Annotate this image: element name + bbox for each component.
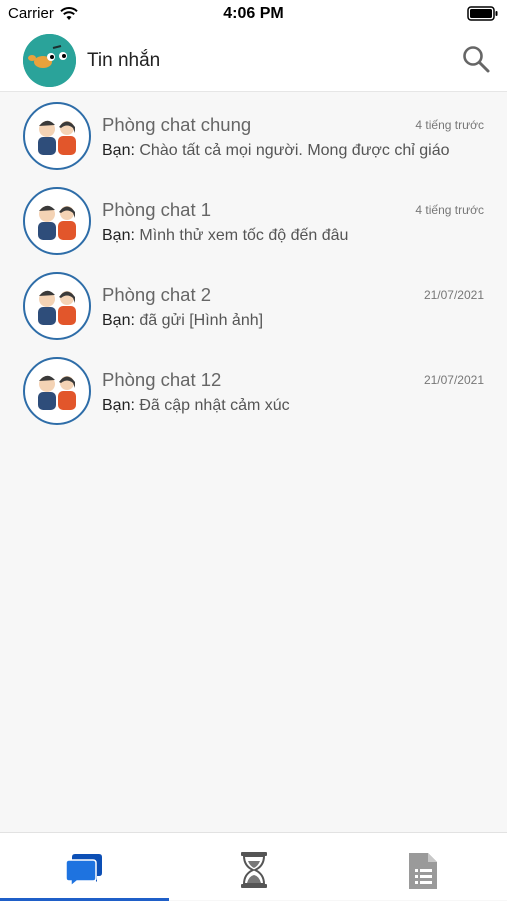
status-time: 4:06 PM — [223, 5, 284, 22]
chat-item-general[interactable]: Phòng chat chung 4 tiếng trước Bạn: Chào… — [0, 92, 507, 177]
chat-time: 4 tiếng trước — [415, 203, 484, 217]
chat-preview: Bạn: đã gửi [Hình ảnh] — [102, 312, 484, 330]
chat-preview: Bạn: Đã cập nhật cảm xúc — [102, 397, 484, 415]
chat-sender: Bạn: — [102, 397, 135, 414]
tab-bar — [0, 832, 507, 901]
document-icon — [408, 853, 437, 889]
tab-history[interactable] — [169, 833, 338, 901]
chat-preview: Bạn: Chào tất cả mọi người. Mong được ch… — [102, 142, 484, 160]
page-title: Tin nhắn — [87, 50, 161, 71]
chat-sender: Bạn: — [102, 142, 135, 159]
couple-avatar-icon — [23, 102, 91, 170]
status-bar: Carrier 4:06 PM — [0, 0, 507, 28]
chat-message: Chào tất cả mọi người. Mong được chỉ giá… — [139, 142, 450, 159]
chat-time: 21/07/2021 — [423, 288, 484, 302]
chat-time: 4 tiếng trước — [415, 118, 484, 132]
app-header: Tin nhắn — [0, 28, 507, 92]
bird-avatar-icon[interactable] — [23, 34, 76, 87]
chat-name: Phòng chat 1 — [102, 199, 212, 220]
chat-message: Mình thử xem tốc độ đến đâu — [139, 227, 349, 244]
couple-avatar-icon — [23, 357, 91, 425]
chat-item-room-1[interactable]: Phòng chat 1 4 tiếng trước Bạn: Mình thử… — [0, 177, 507, 262]
couple-avatar-icon — [23, 187, 91, 255]
tab-messages[interactable] — [0, 833, 169, 901]
chat-message: đã gửi [Hình ảnh] — [139, 312, 264, 329]
couple-avatar-icon — [23, 272, 91, 340]
chat-bubbles-icon — [64, 854, 102, 887]
chat-sender: Bạn: — [102, 312, 135, 329]
chat-message: Đã cập nhật cảm xúc — [139, 397, 290, 414]
chat-list: Phòng chat chung 4 tiếng trước Bạn: Chào… — [0, 92, 507, 432]
chat-name: Phòng chat chung — [102, 114, 252, 135]
tab-documents[interactable] — [338, 833, 507, 901]
chat-sender: Bạn: — [102, 227, 135, 244]
search-icon[interactable] — [461, 44, 491, 74]
chat-name: Phòng chat 12 — [102, 369, 222, 390]
chat-item-room-2[interactable]: Phòng chat 2 21/07/2021 Bạn: đã gửi [Hìn… — [0, 262, 507, 347]
chat-item-room-12[interactable]: Phòng chat 12 21/07/2021 Bạn: Đã cập nhậ… — [0, 347, 507, 432]
chat-name: Phòng chat 2 — [102, 284, 212, 305]
hourglass-icon — [240, 852, 267, 888]
battery-icon — [467, 6, 499, 26]
chat-time: 21/07/2021 — [423, 373, 484, 387]
chat-preview: Bạn: Mình thử xem tốc độ đến đâu — [102, 227, 484, 245]
